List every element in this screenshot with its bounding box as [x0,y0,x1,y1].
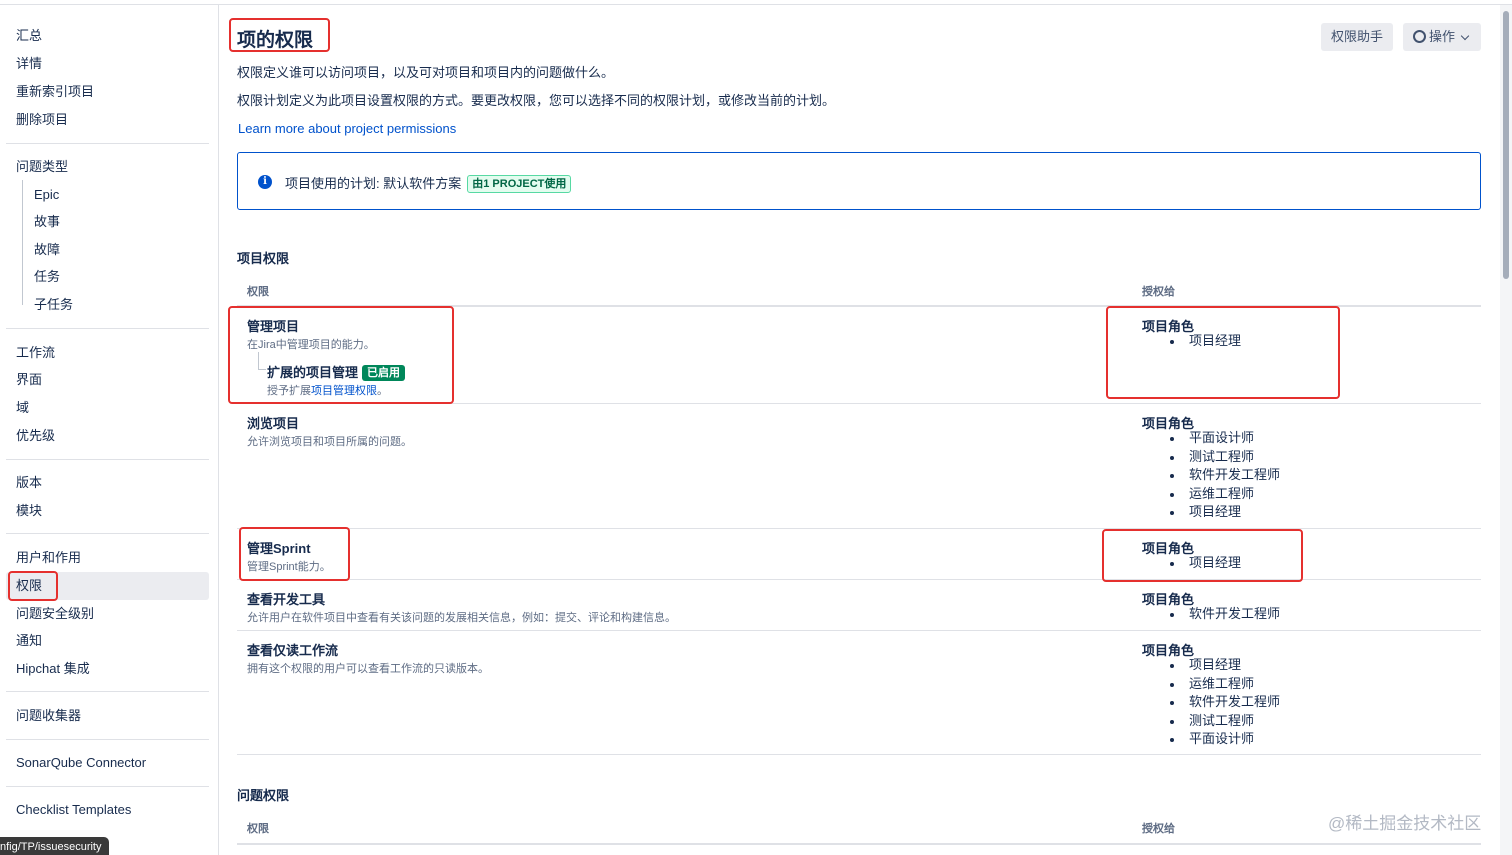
grant-item: 软件开发工程师 [1170,605,1280,624]
permission-name: 查看仅读工作流 [247,643,339,658]
sidebar-item-subtask[interactable]: 子任务 [34,294,73,316]
sidebar-divider [6,786,209,787]
project-settings-sidebar: 汇总 详情 重新索引项目 删除项目 问题类型 Epic 故事 故障 任务 子任务… [0,5,219,855]
watermark-text: @稀土掘金技术社区 [1328,814,1482,833]
permissions-main: 项的权限 权限助手 操作 权限定义谁可以访问项目，以及可对项目和项目内的问题做什… [220,5,1495,855]
grant-item: 测试工程师 [1170,448,1280,467]
scheme-description: 权限计划定义为此项目设置权限的方式。要更改权限，您可以选择不同的权限计划，或修改… [237,93,836,108]
permission-desc: 拥有这个权限的用户可以查看工作流的只读版本。 [247,663,489,675]
grant-item: 测试工程师 [1170,712,1280,731]
grant-list: 项目经理 运维工程师 软件开发工程师 测试工程师 平面设计师 [1170,656,1280,749]
row-divider [237,754,1481,755]
grant-item: 软件开发工程师 [1170,466,1280,485]
sidebar-item-hipchat[interactable]: Hipchat 集成 [16,658,90,680]
sidebar-item-issue-types[interactable]: 问题类型 [16,156,68,178]
sidebar-item-components[interactable]: 模块 [16,500,42,522]
annotation-box-permissions [8,571,58,601]
sidebar-divider [6,328,209,329]
sidebar-item-summary[interactable]: 汇总 [16,25,42,47]
sidebar-item-sonarqube[interactable]: SonarQube Connector [16,752,146,774]
sidebar-divider [6,739,209,740]
sidebar-item-workflows[interactable]: 工作流 [16,342,55,364]
grant-item: 项目经理 [1170,656,1280,675]
annotation-box-admin-grants [1106,306,1340,399]
scheme-label: 项目使用的计划: 默认软件方案 由1 PROJECT使用 [285,173,572,193]
sidebar-item-reindex[interactable]: 重新索引项目 [16,81,94,103]
permission-desc: 允许用户在软件项目中查看有关该问题的发展相关信息，例如：提交、评论和构建信息。 [247,612,676,624]
sidebar-divider [6,691,209,692]
permissions-description: 权限定义谁可以访问项目，以及可对项目和项目内的问题做什么。 [237,65,615,80]
sidebar-item-screens[interactable]: 界面 [16,369,42,391]
row-divider [237,630,1481,631]
table-header-divider [237,843,1481,845]
status-bar-url: nfig/TP/issuesecurity [0,837,110,855]
sidebar-item-epic[interactable]: Epic [34,184,59,206]
grant-item: 平面设计师 [1170,730,1280,749]
sidebar-item-details[interactable]: 详情 [16,53,42,75]
permission-desc: 允许浏览项目和项目所属的问题。 [247,436,412,448]
annotation-box-manage-sprint [239,527,350,581]
annotation-box-admin-project [228,306,454,404]
grant-list: 平面设计师 测试工程师 软件开发工程师 运维工程师 项目经理 [1170,429,1280,522]
grant-item: 项目经理 [1170,503,1280,522]
scrollbar-thumb[interactable] [1503,11,1509,279]
column-header-permission: 权限 [247,286,269,298]
sidebar-divider [6,533,209,534]
gear-icon [1413,30,1426,43]
annotation-box-sprint-grants [1102,529,1303,582]
permission-helper-button[interactable]: 权限助手 [1321,23,1393,51]
grant-item: 平面设计师 [1170,429,1280,448]
grant-list: 软件开发工程师 [1170,605,1280,624]
scheme-info-panel: i 项目使用的计划: 默认软件方案 由1 PROJECT使用 [237,152,1481,210]
actions-dropdown-button[interactable]: 操作 [1403,23,1481,51]
issue-permissions-title: 问题权限 [237,788,290,803]
column-header-granted-to: 授权给 [1142,286,1175,298]
permission-name: 浏览项目 [247,416,300,431]
sidebar-item-story[interactable]: 故事 [34,211,60,233]
sidebar-divider [6,143,209,144]
sidebar-item-bug[interactable]: 故障 [34,239,60,261]
sidebar-item-issue-collectors[interactable]: 问题收集器 [16,705,81,727]
chevron-down-icon [1460,31,1470,41]
annotation-box-title [229,18,330,52]
sidebar-item-checklist-templates[interactable]: Checklist Templates [16,799,131,821]
actions-label: 操作 [1429,29,1456,44]
sidebar-item-task[interactable]: 任务 [34,266,60,288]
sidebar-item-issue-security[interactable]: 问题安全级别 [16,603,94,625]
sidebar-divider [6,459,209,460]
page-scrollbar[interactable] [1500,5,1512,855]
sidebar-item-priorities[interactable]: 优先级 [16,425,55,447]
column-header-granted-to: 授权给 [1142,823,1175,835]
scheme-usage-badge[interactable]: 由1 PROJECT使用 [467,175,572,193]
grant-item: 运维工程师 [1170,485,1280,504]
permission-name: 查看开发工具 [247,592,326,607]
column-header-permission: 权限 [247,823,269,835]
scheme-name[interactable]: 项目使用的计划: 默认软件方案 [285,176,461,191]
info-icon: i [258,175,272,189]
sidebar-item-users-roles[interactable]: 用户和作用 [16,547,81,569]
project-permissions-title: 项目权限 [237,251,290,266]
grant-item: 运维工程师 [1170,675,1280,694]
grant-item: 软件开发工程师 [1170,693,1280,712]
sidebar-item-fields[interactable]: 域 [16,397,29,419]
sidebar-item-delete-project[interactable]: 删除项目 [16,109,68,131]
sidebar-item-notifications[interactable]: 通知 [16,630,42,652]
sidebar-item-versions[interactable]: 版本 [16,472,42,494]
sidebar-tree-line [22,180,23,305]
learn-more-link[interactable]: Learn more about project permissions [238,121,456,136]
